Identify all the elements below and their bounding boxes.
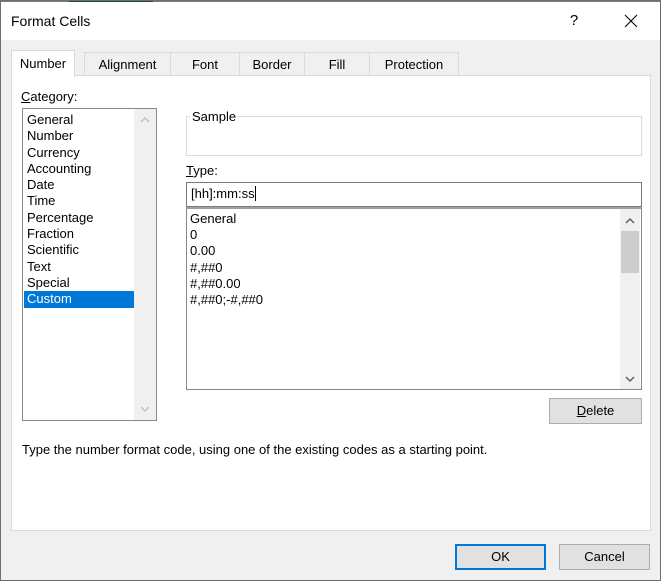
chevron-up-icon — [625, 218, 635, 224]
tab-alignment[interactable]: Alignment — [84, 52, 171, 76]
category-label: Category: — [21, 89, 77, 104]
category-item-accounting[interactable]: Accounting — [24, 161, 151, 177]
dialog-title: Format Cells — [11, 13, 91, 29]
scroll-down-button[interactable] — [134, 400, 156, 418]
scroll-thumb[interactable] — [621, 231, 639, 273]
type-label: Type: — [186, 163, 218, 178]
sample-groupbox — [186, 116, 642, 156]
tab-number[interactable]: Number — [11, 50, 75, 77]
category-label-accelerator: C — [21, 89, 31, 104]
category-list[interactable]: General Number Currency Accounting Date Time P… — [22, 108, 157, 421]
chevron-down-icon — [625, 376, 635, 382]
type-input-value: [hh]:mm:ss — [191, 186, 255, 201]
text-caret — [254, 186, 256, 201]
category-item-fraction[interactable]: Fraction — [24, 226, 151, 242]
scroll-up-button[interactable] — [134, 111, 156, 129]
category-item-custom[interactable]: Custom — [24, 291, 151, 308]
format-cells-dialog: Format Cells ? Number Alignment Font Bor… — [0, 0, 661, 581]
tab-font[interactable]: Font — [170, 52, 240, 76]
category-item-number[interactable]: Number — [24, 128, 151, 144]
category-item-currency[interactable]: Currency — [24, 145, 151, 161]
type-list-item[interactable]: #,##0;-#,##0 — [190, 292, 263, 308]
type-list-item[interactable]: #,##0 — [190, 260, 263, 276]
type-list-item[interactable]: 0 — [190, 227, 263, 243]
ok-button[interactable]: OK — [455, 544, 546, 570]
category-item-scientific[interactable]: Scientific — [24, 242, 151, 258]
number-tab-panel: Category: General Number Currency Accountin… — [11, 75, 651, 531]
type-input[interactable]: [hh]:mm:ss — [186, 182, 642, 207]
category-item-general[interactable]: General — [24, 112, 151, 128]
tab-protection[interactable]: Protection — [369, 52, 459, 76]
delete-accelerator: D — [576, 403, 587, 418]
help-button[interactable]: ? — [557, 6, 591, 36]
category-item-time[interactable]: Time — [24, 193, 151, 209]
delete-button[interactable]: Delete — [549, 398, 642, 424]
category-item-date[interactable]: Date — [24, 177, 151, 193]
type-list-item[interactable]: 0.00 — [190, 243, 263, 259]
sample-label: Sample — [190, 109, 239, 124]
delete-label: elete — [586, 403, 615, 418]
category-item-special[interactable]: Special — [24, 275, 151, 291]
tab-border[interactable]: Border — [239, 52, 305, 76]
cancel-button[interactable]: Cancel — [559, 544, 650, 570]
category-label-text: ategory: — [30, 89, 78, 104]
type-format-list[interactable]: General 0 0.00 #,##0 #,##0.00 #,##0;-#,##0 — [186, 207, 642, 390]
type-label-text: ype: — [193, 163, 218, 178]
category-scrollbar[interactable] — [134, 109, 156, 420]
tab-fill[interactable]: Fill — [304, 52, 370, 76]
type-list-item[interactable]: General — [190, 211, 263, 227]
type-scroll-down-button[interactable] — [620, 370, 640, 388]
close-button[interactable] — [611, 6, 651, 36]
chevron-up-icon — [140, 117, 150, 123]
chevron-down-icon — [140, 406, 150, 412]
close-icon — [624, 14, 638, 28]
category-item-text[interactable]: Text — [24, 259, 151, 275]
type-items: General 0 0.00 #,##0 #,##0.00 #,##0;-#,##0 — [190, 211, 263, 308]
hint-text: Type the number format code, using one o… — [22, 442, 488, 457]
title-bar: Format Cells ? — [1, 2, 660, 40]
category-item-percentage[interactable]: Percentage — [24, 210, 151, 226]
type-list-item[interactable]: #,##0.00 — [190, 276, 263, 292]
category-items: General Number Currency Accounting Date Time P… — [24, 112, 151, 308]
type-scroll-up-button[interactable] — [620, 212, 640, 230]
type-scrollbar[interactable] — [620, 209, 640, 389]
